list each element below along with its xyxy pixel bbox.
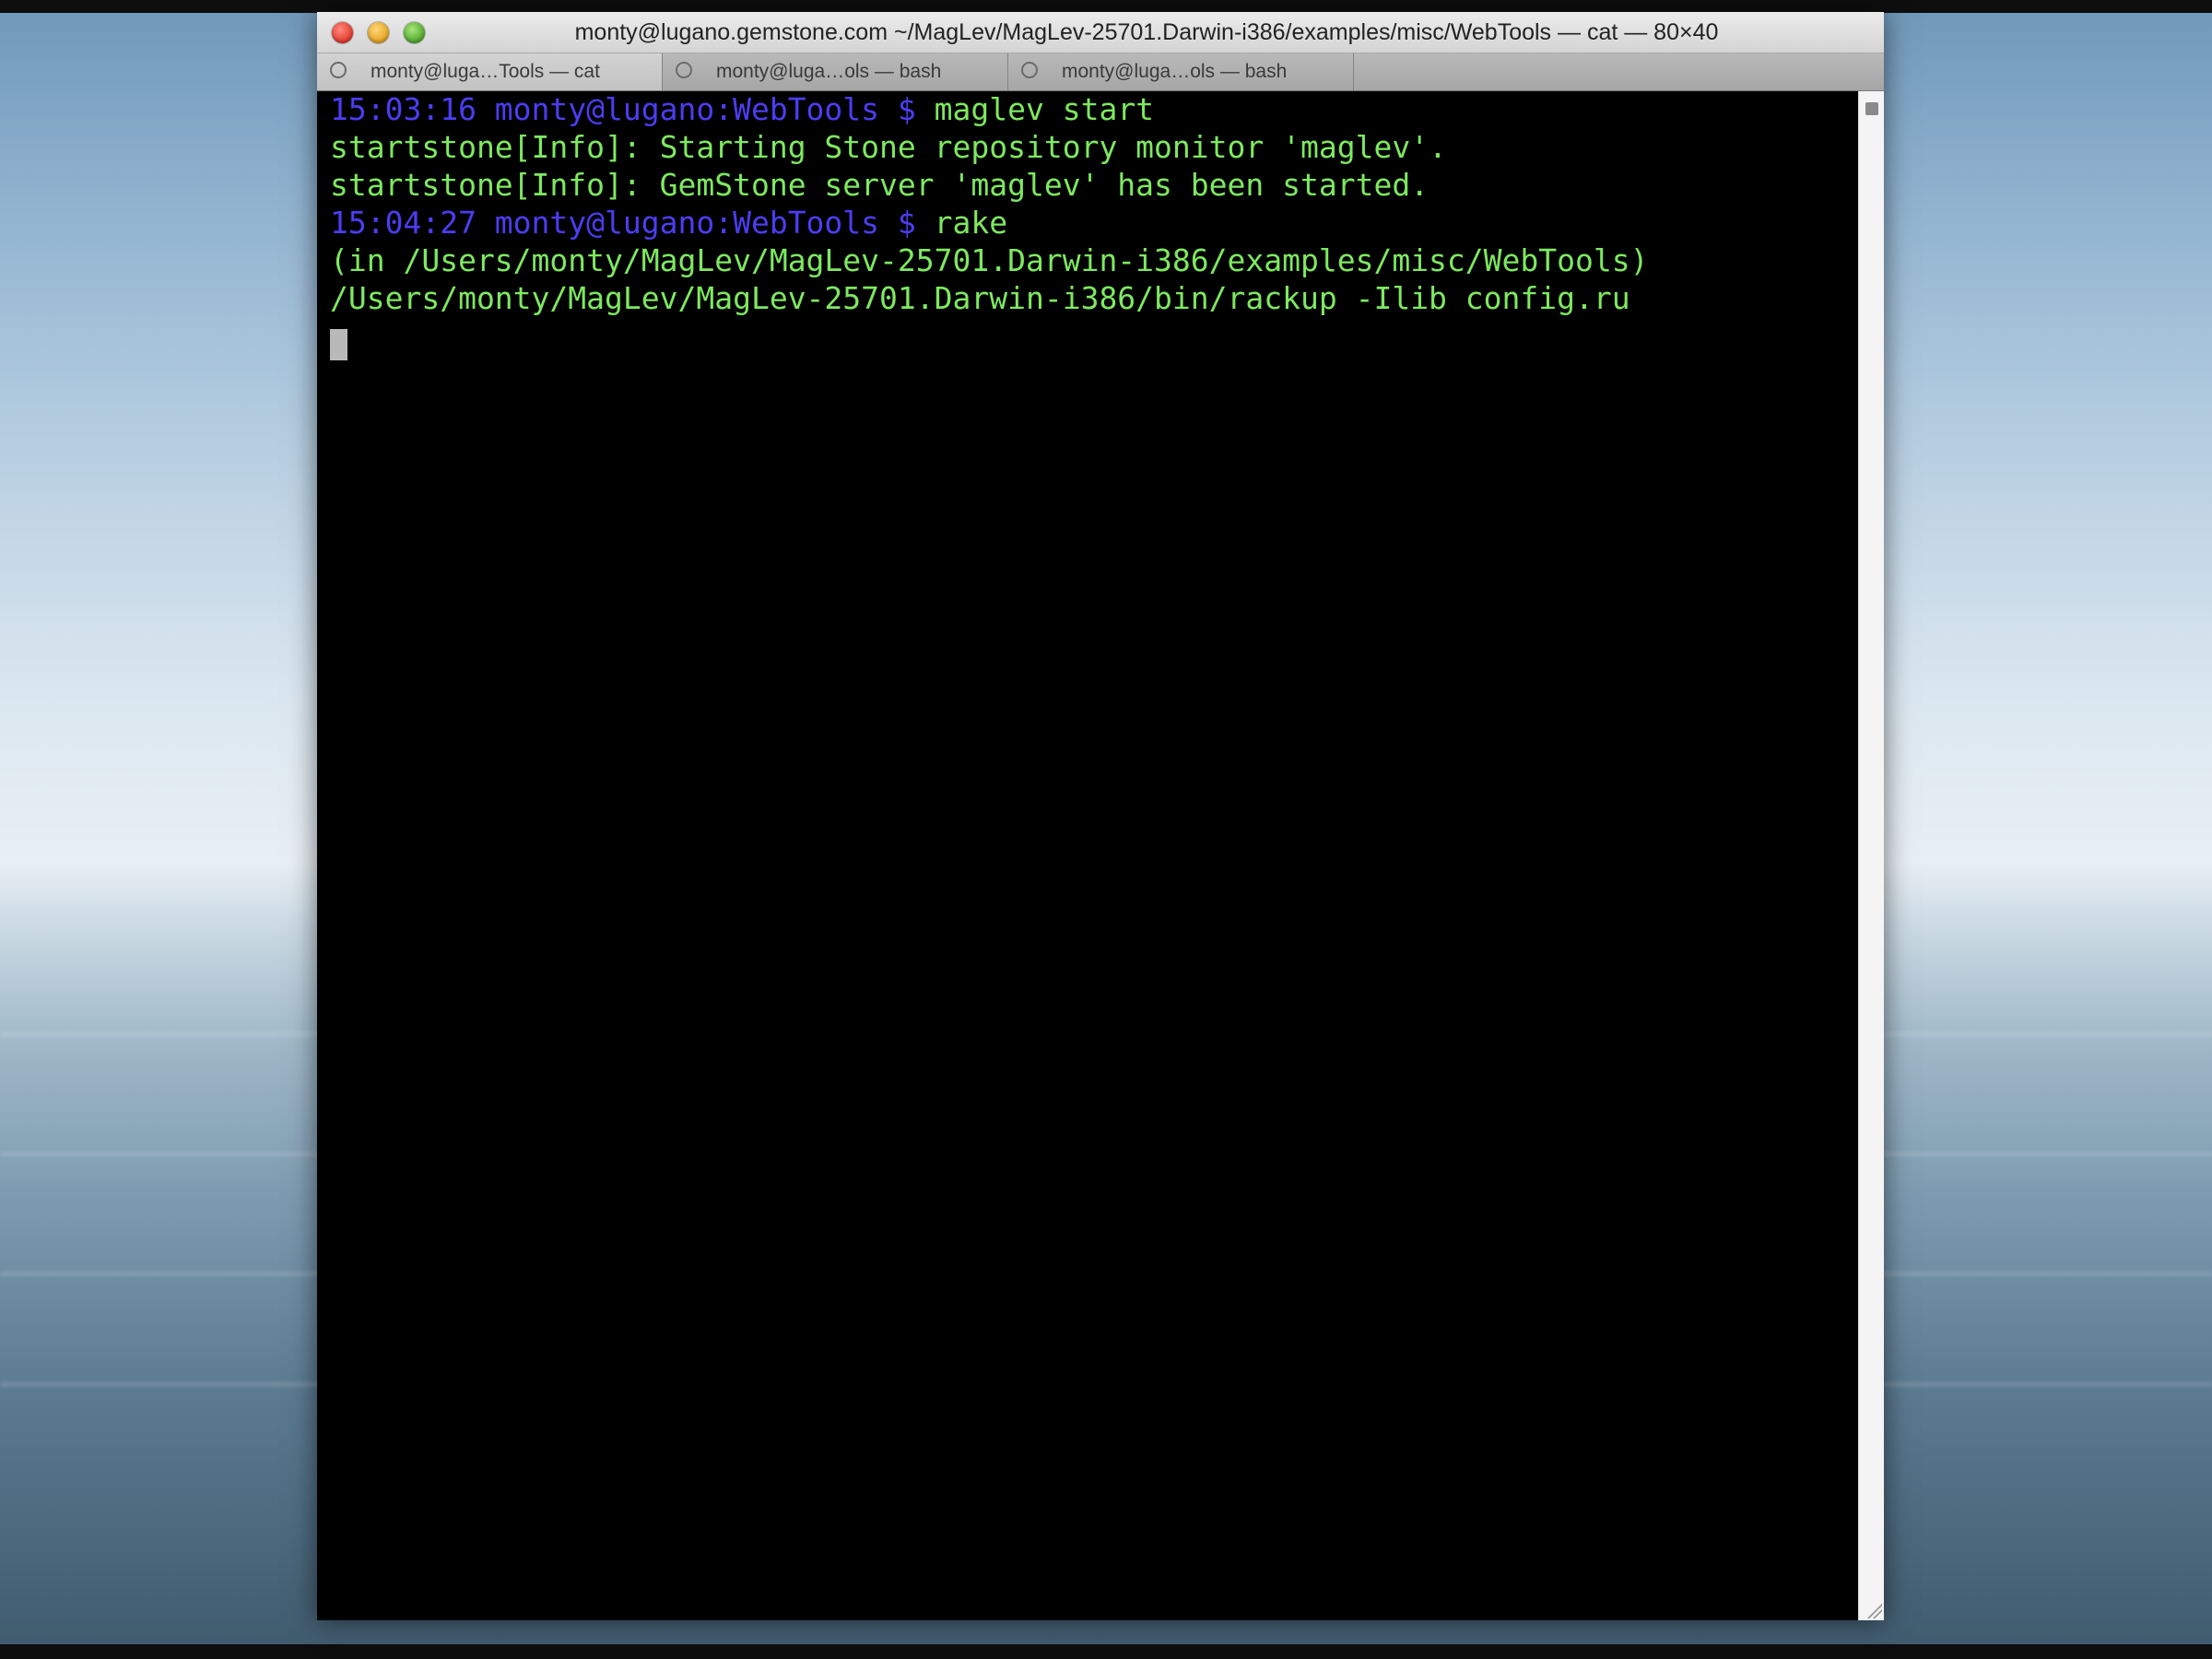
command-text: rake [934,205,1008,241]
terminal-window: monty@lugano.gemstone.com ~/MagLev/MagLe… [317,12,1884,1620]
tab-bar: monty@luga…Tools — cat monty@luga…ols — … [317,53,1884,91]
window-title: monty@lugano.gemstone.com ~/MagLev/MagLe… [574,19,1719,45]
terminal-line: 15:03:16 monty@lugano:WebTools $ maglev … [330,91,1154,128]
output-text: startstone[Info]: Starting Stone reposit… [330,129,1447,165]
terminal-line: (in /Users/monty/MagLev/MagLev-25701.Dar… [330,242,1648,279]
tab-close-icon[interactable] [676,62,692,78]
title-bar[interactable]: monty@lugano.gemstone.com ~/MagLev/MagLe… [317,12,1884,53]
zoom-button-icon[interactable] [404,22,425,43]
close-button-icon[interactable] [332,22,353,43]
terminal-line: 15:04:27 monty@lugano:WebTools $ rake [330,205,1007,241]
tab-1[interactable]: monty@luga…Tools — cat [317,53,663,90]
shell-prompt: 15:04:27 monty@lugano:WebTools $ [330,205,935,241]
tab-label: monty@luga…ols — bash [1062,61,1288,82]
tab-label: monty@luga…ols — bash [716,61,942,82]
minimize-button-icon[interactable] [368,22,389,43]
resize-grip-icon[interactable] [1865,1602,1882,1618]
tab-label: monty@luga…Tools — cat [371,61,600,82]
tab-close-icon[interactable] [330,62,347,78]
output-text: startstone[Info]: GemStone server 'magle… [330,167,1430,203]
terminal-line: /Users/monty/MagLev/MagLev-25701.Darwin-… [330,280,1630,317]
vertical-scrollbar[interactable] [1858,91,1884,1620]
terminal-line: startstone[Info]: Starting Stone reposit… [330,129,1447,166]
text-cursor [330,329,347,360]
scroll-thumb[interactable] [1865,102,1878,115]
tab-2[interactable]: monty@luga…ols — bash [663,53,1008,90]
screen-bottom-edge [0,1644,2212,1659]
terminal-line: startstone[Info]: GemStone server 'magle… [330,167,1429,204]
terminal-output[interactable]: 15:03:16 monty@lugano:WebTools $ maglev … [317,91,1858,1620]
tab-close-icon[interactable] [1021,62,1038,78]
shell-prompt: 15:03:16 monty@lugano:WebTools $ [330,91,935,127]
output-text: (in /Users/monty/MagLev/MagLev-25701.Dar… [330,242,1649,278]
command-text: maglev start [934,91,1155,127]
screen-top-edge [0,0,2212,13]
output-text: /Users/monty/MagLev/MagLev-25701.Darwin-… [330,280,1630,316]
tab-3[interactable]: monty@luga…ols — bash [1008,53,1354,90]
